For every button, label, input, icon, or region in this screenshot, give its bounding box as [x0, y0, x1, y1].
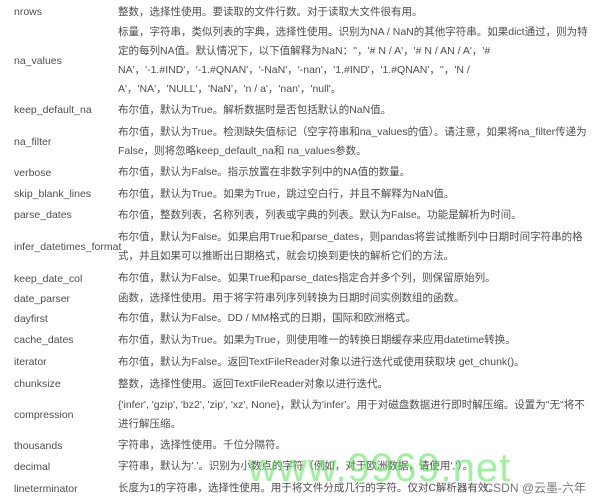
parameter-description: 布尔值，默认为True。解析数据时是否包括默认的NaN值。 — [118, 103, 392, 116]
table-row: cache_dates 布尔值，默认为True。如果为True，则使用唯一的转换日… — [0, 329, 594, 351]
table-row: thousands 字符串，选择性使用。千位分隔符。 — [0, 435, 594, 456]
csdn-credit: CSDN @云墨-六年 — [484, 481, 586, 495]
parameter-name: nrows — [14, 6, 43, 18]
parameter-name: keep_date_col — [14, 272, 83, 285]
parameter-name: keep_default_na — [14, 104, 92, 116]
table-row: iterator 布尔值，默认为False。返回TextFileReader对象以… — [0, 351, 594, 373]
parameter-name: na_filter — [14, 136, 52, 148]
table-row: date_parser 函数，选择性使用。用于将字符串列序列转换为日期时间实例数组… — [0, 289, 594, 308]
parameter-description: {'infer', 'gzip', 'bz2', 'zip', 'xz', No… — [118, 399, 585, 430]
table-row: verbose 布尔值，默认为False。指示放置在非数字列中的NA值的数量。 — [0, 162, 594, 183]
parameter-description: 标量，字符串，类似列表的字典，选择性使用。识别为NA / NaN的其他字符串。如… — [118, 26, 588, 95]
parameter-description: 字符串，默认为'.'。识别为小数点的字符（例如，对于欧洲数据，请使用','）。 — [118, 460, 474, 472]
parameter-name: iterator — [14, 356, 47, 368]
table-row: dayfirst 布尔值，默认为False。DD / MM格式的日期，国际和欧洲格… — [0, 308, 594, 329]
parameter-name: thousands — [14, 439, 63, 452]
table-row: nrows 整数，选择性使用。要读取的文件行数。对于读取大文件很有用。 — [0, 0, 594, 24]
table-row: decimal 字符串，默认为'.'。识别为小数点的字符（例如，对于欧洲数据，请使… — [0, 456, 594, 477]
table-row: skip_blank_lines 布尔值，默认为True。如果为True，跳过空白… — [0, 183, 594, 205]
parameter-name: infer_datetimes_format — [14, 240, 122, 253]
parameter-description: 布尔值，默认为False。如果True和parse_dates指定合并多个列，则… — [118, 272, 496, 284]
parameter-description: 布尔值，默认为False。指示放置在非数字列中的NA值的数量。 — [118, 166, 411, 178]
parameter-description: 字符串，选择性使用。千位分隔符。 — [118, 439, 286, 451]
table-row: na_filter 布尔值，默认为True。检测缺失值标记（空字符串和na_val… — [0, 122, 594, 162]
parameter-description: 布尔值，默认为False。返回TextFileReader对象以进行迭代或使用获… — [118, 355, 525, 368]
parameter-name: compression — [14, 409, 74, 421]
parameter-description: 整数，选择性使用。返回TextFileReader对象以进行迭代。 — [118, 377, 389, 390]
parameter-name: lineterminator — [14, 482, 78, 495]
parameter-name: dayfirst — [14, 312, 48, 325]
table-row: parse_dates 布尔值，整数列表，名称列表，列表或字典的列表。默认为Fal… — [0, 205, 594, 225]
parameter-name: chunksize — [14, 378, 61, 390]
parameter-name: verbose — [14, 166, 52, 179]
parameter-description: 布尔值，默认为True。如果为True，则使用唯一的转换日期缓存来应用datet… — [118, 333, 516, 346]
table-row: na_values 标量，字符串，类似列表的字典，选择性使用。识别为NA / Na… — [0, 24, 594, 98]
table-row: chunksize 整数，选择性使用。返回TextFileReader对象以进行迭… — [0, 373, 594, 395]
parameter-name: decimal — [14, 460, 51, 473]
parameter-description: 整数，选择性使用。要读取的文件行数。对于读取大文件很有用。 — [118, 5, 423, 18]
parameter-description: 布尔值，整数列表，名称列表，列表或字典的列表。默认为False。功能是解析为时间… — [118, 208, 522, 221]
table-row: keep_default_na 布尔值，默认为True。解析数据时是否包括默认的N… — [0, 98, 594, 122]
parameter-description: 布尔值，默认为False。如果启用True和parse_dates，则panda… — [118, 230, 583, 262]
parameter-description: 函数，选择性使用。用于将字符串列序列转换为日期时间实例数组的函数。 — [118, 292, 465, 304]
parameter-description: 布尔值，默认为True。检测缺失值标记（空字符串和na_values的值）。请注… — [118, 126, 587, 157]
parameter-name: parse_dates — [14, 209, 72, 221]
parameter-name: cache_dates — [14, 334, 74, 346]
table-row: compression {'infer', 'gzip', 'bz2', 'zip… — [0, 395, 594, 435]
parameter-description: 布尔值，默认为True。如果为True，跳过空白行，并且不解释为NaN值。 — [118, 187, 455, 200]
table-row: infer_datetimes_format 布尔值，默认为False。如果启用T… — [0, 225, 594, 268]
table-row: keep_date_col 布尔值，默认为False。如果True和parse_d… — [0, 268, 594, 289]
parameter-name: na_values — [14, 55, 62, 67]
parameter-name: date_parser — [14, 292, 71, 305]
parameter-description: 布尔值，默认为False。DD / MM格式的日期，国际和欧洲格式。 — [118, 312, 417, 324]
parameter-name: skip_blank_lines — [14, 188, 92, 200]
